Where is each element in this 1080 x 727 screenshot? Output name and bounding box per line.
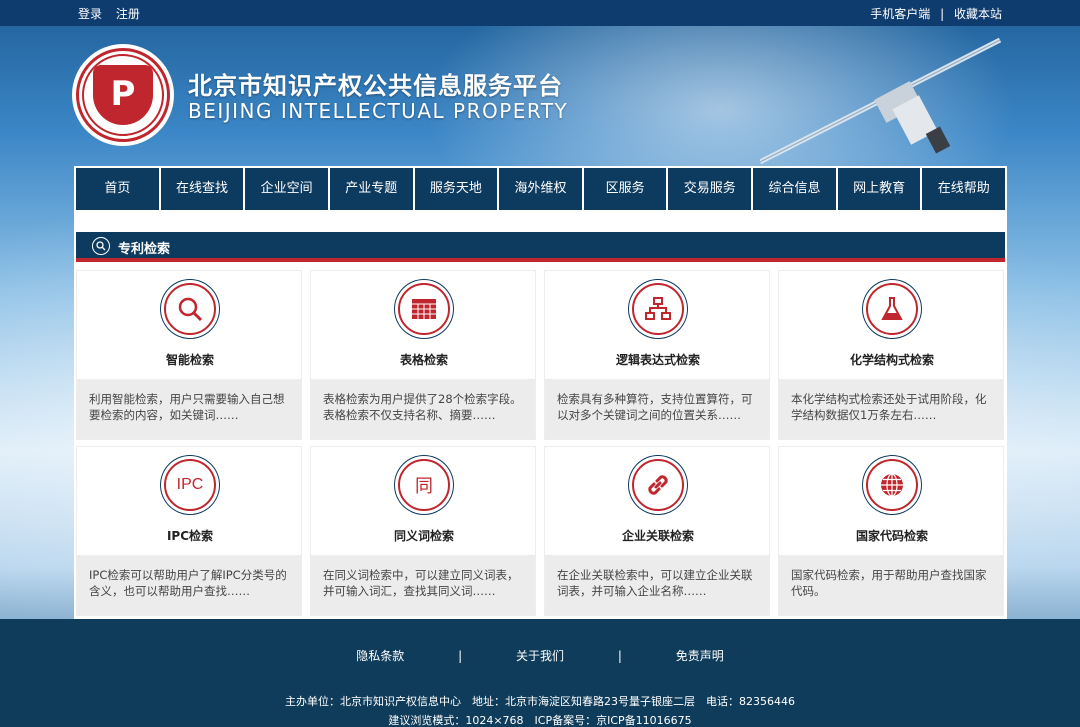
nav-item-home[interactable]: 首页 [76, 168, 159, 210]
site-title: 北京市知识产权公共信息服务平台 [188, 72, 563, 100]
card-title: IPC检索 [166, 529, 214, 543]
card-country-code-search[interactable]: 国家代码检索 国家代码检索，用于帮助用户查找国家代码。 [778, 446, 1004, 616]
synonym-icon-text: 同 [415, 476, 433, 497]
mobile-client-link[interactable]: 手机客户端 [870, 7, 930, 21]
card-description: 国家代码检索，用于帮助用户查找国家代码。 [779, 555, 1003, 615]
footer-separator: | [458, 649, 463, 663]
flask-icon [866, 283, 918, 335]
about-us-link[interactable]: 关于我们 [516, 647, 564, 664]
ipc-icon: IPC [164, 459, 216, 511]
card-header: 智能检索 [77, 271, 301, 379]
search-icon [92, 237, 110, 255]
disclaimer-link[interactable]: 免责声明 [676, 647, 724, 664]
card-description: 检索具有多种算符，支持位置算符，可以对多个关键词之间的位置关系…… [545, 379, 769, 439]
top-bar: 登录 注册 手机客户端 | 收藏本站 [0, 0, 1080, 26]
card-header: IPC IPC检索 [77, 447, 301, 555]
card-description: 本化学结构式检索还处于试用阶段，化学结构数据仅1万条左右…… [779, 379, 1003, 439]
card-header: 表格检索 [311, 271, 535, 379]
card-synonym-search[interactable]: 同 同义词检索 在同义词检索中，可以建立同义词表，并可输入词汇，查找其同义词…… [310, 446, 536, 616]
account-links: 登录 注册 [78, 5, 150, 22]
section-header: 专利检索 [76, 232, 1005, 262]
card-title: 化学结构式检索 [849, 353, 934, 367]
card-header: 逻辑表达式检索 [545, 271, 769, 379]
site-subtitle: BEIJING INTELLECTUAL PROPERTY [188, 99, 569, 123]
nav-item-trading-services[interactable]: 交易服务 [668, 168, 752, 210]
nav-item-online-help[interactable]: 在线帮助 [922, 168, 1006, 210]
card-header: 企业关联检索 [545, 447, 769, 555]
nav-item-district-services[interactable]: 区服务 [583, 168, 667, 210]
footer-separator: | [617, 649, 622, 663]
site-logo[interactable]: P [76, 48, 170, 142]
card-chemical-search[interactable]: 化学结构式检索 本化学结构式检索还处于试用阶段，化学结构数据仅1万条左右…… [778, 270, 1004, 440]
card-title: 国家代码检索 [855, 529, 928, 543]
search-options-grid: 智能检索 利用智能检索，用户只需要输入自己想要检索的内容，如关键词…… 表格检索… [76, 270, 1005, 616]
login-link[interactable]: 登录 [78, 7, 102, 21]
privacy-link[interactable]: 隐私条款 [356, 647, 404, 664]
nav-item-online-education[interactable]: 网上教育 [837, 168, 921, 210]
card-title: 表格检索 [399, 353, 448, 367]
card-title: 同义词检索 [393, 529, 454, 543]
card-description: 利用智能检索，用户只需要输入自己想要检索的内容，如关键词…… [77, 379, 301, 439]
card-description: IPC检索可以帮助用户了解IPC分类号的含义，也可以帮助用户查找…… [77, 555, 301, 615]
nav-item-services[interactable]: 服务天地 [414, 168, 498, 210]
nav-item-online-search[interactable]: 在线查找 [160, 168, 244, 210]
card-header: 国家代码检索 [779, 447, 1003, 555]
table-icon [398, 283, 450, 335]
nav-item-enterprise-space[interactable]: 企业空间 [245, 168, 328, 210]
card-description: 表格检索为用户提供了28个检索字段。表格检索不仅支持名称、摘要…… [311, 379, 535, 439]
card-description: 在同义词检索中，可以建立同义词表，并可输入词汇，查找其同义词…… [311, 555, 535, 615]
section-title: 专利检索 [118, 242, 171, 257]
card-table-search[interactable]: 表格检索 表格检索为用户提供了28个检索字段。表格检索不仅支持名称、摘要…… [310, 270, 536, 440]
card-title: 逻辑表达式检索 [615, 353, 700, 367]
footer-icp-info: 建议浏览模式：1024×768 ICP备案号：京ICP备11016675 [388, 714, 692, 727]
globe-icon [866, 459, 918, 511]
nav-item-overseas-rights[interactable]: 海外维权 [499, 168, 582, 210]
utility-links: 手机客户端 | 收藏本站 [870, 5, 1002, 22]
card-smart-search[interactable]: 智能检索 利用智能检索，用户只需要输入自己想要检索的内容，如关键词…… [76, 270, 302, 440]
footer-organizer-info: 主办单位：北京市知识产权信息中心 地址：北京市海淀区知春路23号量子银座二层 电… [285, 695, 795, 708]
card-description: 在企业关联检索中，可以建立企业关联词表，并可输入企业名称…… [545, 555, 769, 615]
card-title: 智能检索 [165, 353, 214, 367]
topbar-separator: | [940, 7, 945, 21]
card-title: 企业关联检索 [621, 529, 694, 543]
nav-item-general-info[interactable]: 综合信息 [753, 168, 836, 210]
card-header: 同 同义词检索 [311, 447, 535, 555]
logo-shield: P [93, 65, 153, 125]
card-ipc-search[interactable]: IPC IPC检索 IPC检索可以帮助用户了解IPC分类号的含义，也可以帮助用户… [76, 446, 302, 616]
card-header: 化学结构式检索 [779, 271, 1003, 379]
card-logic-search[interactable]: 逻辑表达式检索 检索具有多种算符，支持位置算符，可以对多个关键词之间的位置关系…… [544, 270, 770, 440]
site-footer: 隐私条款 | 关于我们 | 免责声明 主办单位：北京市知识产权信息中心 地址：北… [0, 619, 1080, 727]
footer-links: 隐私条款 | 关于我们 | 免责声明 [0, 647, 1080, 664]
ipc-icon-text: IPC [176, 476, 204, 493]
satellite-illustration [760, 37, 1002, 165]
register-link[interactable]: 注册 [116, 7, 140, 21]
card-enterprise-link-search[interactable]: 企业关联检索 在企业关联检索中，可以建立企业关联词表，并可输入企业名称…… [544, 446, 770, 616]
nav-item-industry-topics[interactable]: 产业专题 [329, 168, 413, 210]
main-content: 专利检索 智能检索 利用智能检索，用户只需要输入自己想要检索的内容，如关键词……… [74, 212, 1007, 619]
site-header: P 北京市知识产权公共信息服务平台 BEIJING INTELLECTUAL P… [0, 26, 1080, 166]
synonym-icon: 同 [398, 459, 450, 511]
link-icon [632, 459, 684, 511]
magnifier-icon [164, 283, 216, 335]
main-nav: 首页 在线查找 企业空间 产业专题 服务天地 海外维权 区服务 交易服务 综合信… [74, 166, 1007, 212]
bookmark-link[interactable]: 收藏本站 [954, 7, 1002, 21]
hierarchy-icon [632, 283, 684, 335]
